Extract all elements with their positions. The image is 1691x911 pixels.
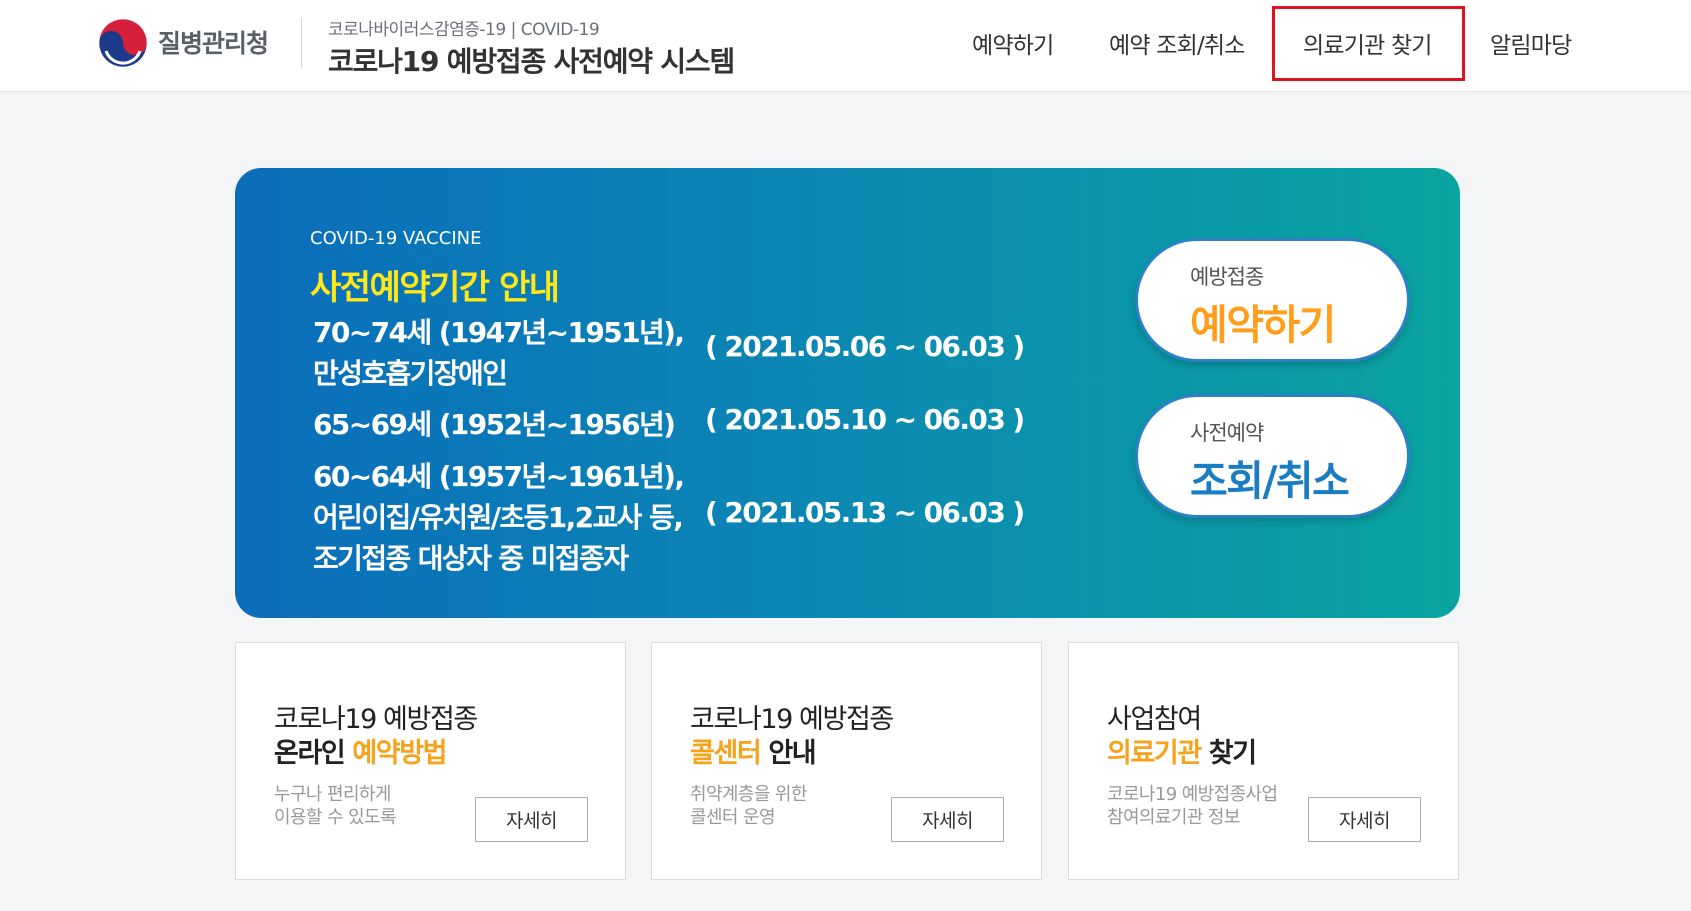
reserve-button-label: 예약하기: [1190, 301, 1336, 349]
card-title-dark: 안내: [760, 738, 816, 769]
group-3-line-3: 조기접종 대상자 중 미접종자: [313, 542, 629, 575]
org-name[interactable]: 질병관리청: [158, 24, 269, 60]
details-button[interactable]: 자세히: [475, 797, 588, 842]
card-title-gold: 의료기관: [1107, 738, 1202, 769]
card-title-line-2: 콜센터 안내: [690, 731, 817, 770]
lookup-cancel-button[interactable]: 사전예약 조회/취소: [1135, 394, 1410, 518]
group-1-period: ( 2021.05.06 ~ 06.03 ): [705, 330, 1025, 363]
card-title-line-2: 온라인 예약방법: [274, 731, 447, 770]
details-button[interactable]: 자세히: [1308, 797, 1421, 842]
card-desc-line-1: 취약계층을 위한: [690, 784, 807, 805]
card-description: 누구나 편리하게 이용할 수 있도록: [274, 783, 397, 829]
card-find-hospital: 사업참여 의료기관 찾기 코로나19 예방접종사업 참여의료기관 정보 자세히: [1068, 642, 1459, 880]
lookup-button-label: 조회/취소: [1190, 457, 1350, 505]
card-desc-line-2: 참여의료기관 정보: [1107, 807, 1240, 828]
banner-title: 사전예약기간 안내: [310, 268, 560, 308]
card-desc-line-2: 콜센터 운영: [690, 807, 776, 828]
nav-lookup-cancel[interactable]: 예약 조회/취소: [1109, 26, 1245, 60]
card-title-dark: 찾기: [1200, 738, 1257, 769]
banner-kicker: COVID-19 VACCINE: [310, 228, 482, 249]
card-description: 취약계층을 위한 콜센터 운영: [690, 783, 807, 829]
card-desc-line-2: 이용할 수 있도록: [274, 807, 397, 828]
card-call-center: 코로나19 예방접종 콜센터 안내 취약계층을 위한 콜센터 운영 자세히: [651, 642, 1042, 880]
lookup-button-small-label: 사전예약: [1190, 421, 1264, 445]
group-3-period: ( 2021.05.13 ~ 06.03 ): [705, 496, 1025, 529]
card-description: 코로나19 예방접종사업 참여의료기관 정보: [1107, 783, 1278, 829]
group-3-line-1: 60~64세 (1957년~1961년),: [313, 460, 685, 493]
nav-notices[interactable]: 알림마당: [1490, 26, 1572, 60]
reserve-button-small-label: 예방접종: [1190, 265, 1264, 289]
card-title-gold: 예약방법: [352, 738, 447, 769]
card-title-line-2: 의료기관 찾기: [1107, 731, 1257, 770]
system-title[interactable]: 코로나19 예방접종 사전예약 시스템: [328, 40, 735, 80]
card-title-dark: 온라인: [274, 738, 353, 769]
taegeuk-logo-icon[interactable]: [98, 18, 148, 68]
system-subtitle: 코로나바이러스감염증-19 | COVID-19: [328, 20, 600, 40]
card-desc-line-1: 누구나 편리하게: [274, 784, 391, 805]
details-button[interactable]: 자세히: [891, 797, 1004, 842]
group-1-line-1: 70~74세 (1947년~1951년),: [313, 316, 685, 349]
site-header: 질병관리청 코로나바이러스감염증-19 | COVID-19 코로나19 예방접…: [0, 0, 1691, 92]
nav-reserve[interactable]: 예약하기: [972, 26, 1054, 60]
group-1-line-2: 만성호흡기장애인: [313, 357, 508, 390]
main-banner: COVID-19 VACCINE 사전예약기간 안내 70~74세 (1947년…: [235, 168, 1460, 618]
card-desc-line-1: 코로나19 예방접종사업: [1107, 784, 1278, 805]
group-2-period: ( 2021.05.10 ~ 06.03 ): [705, 403, 1025, 436]
header-divider: [301, 18, 302, 68]
card-online-reservation: 코로나19 예방접종 온라인 예약방법 누구나 편리하게 이용할 수 있도록 자…: [235, 642, 626, 880]
group-3-line-2: 어린이집/유치원/초등1,2교사 등,: [313, 501, 684, 534]
nav-find-hospital[interactable]: 의료기관 찾기: [1303, 26, 1432, 60]
group-2-line-1: 65~69세 (1952년~1956년): [313, 408, 676, 441]
reserve-button[interactable]: 예방접종 예약하기: [1135, 238, 1410, 362]
card-title-gold: 콜센터: [690, 738, 762, 769]
